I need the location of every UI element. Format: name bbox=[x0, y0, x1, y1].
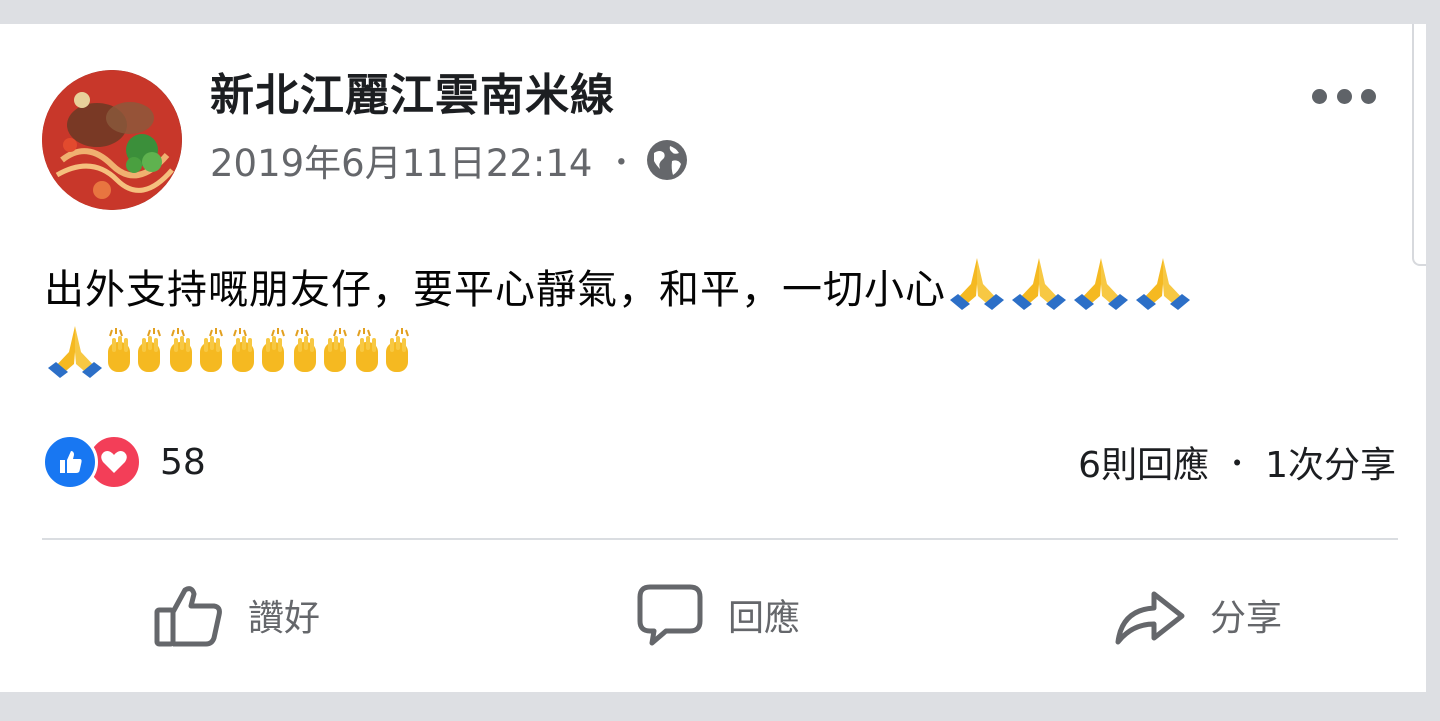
folded-hands-row bbox=[946, 254, 1194, 327]
like-reaction-icon bbox=[42, 434, 98, 490]
reaction-summary[interactable]: 58 bbox=[42, 434, 206, 490]
post-text: 出外支持嘅朋友仔，要平心靜氣，和平，一切小心 bbox=[44, 267, 946, 313]
more-dot bbox=[1312, 88, 1327, 104]
comment-count[interactable]: 6則回應 bbox=[1078, 436, 1209, 488]
more-options-button[interactable] bbox=[1312, 82, 1376, 110]
share-arrow-icon bbox=[1115, 591, 1185, 645]
post-body: 出外支持嘅朋友仔，要平心靜氣，和平，一切小心 bbox=[44, 257, 1384, 380]
share-button[interactable]: 分享 bbox=[1114, 580, 1282, 650]
scrollbar[interactable] bbox=[1412, 24, 1426, 266]
page-avatar[interactable] bbox=[42, 70, 182, 210]
post-timestamp[interactable]: 2019年6月11日22:14 bbox=[210, 133, 592, 187]
page-name[interactable]: 新北江麗江雲南米線 bbox=[210, 68, 615, 124]
stats-separator: ・ bbox=[1223, 447, 1252, 480]
divider bbox=[42, 538, 1398, 540]
share-count[interactable]: 1次分享 bbox=[1265, 436, 1396, 488]
engagement-stats: 6則回應 ・ 1次分享 bbox=[1078, 434, 1396, 490]
reaction-count: 58 bbox=[160, 441, 206, 483]
comment-label: 回應 bbox=[728, 598, 801, 639]
like-button[interactable]: 讚好 bbox=[154, 580, 320, 650]
post-card: 新北江麗江雲南米線 2019年6月11日22:14 ・ 出外支持嘅朋友仔，要平心… bbox=[0, 24, 1426, 692]
meta-separator: ・ bbox=[606, 146, 637, 181]
emoji-line-2 bbox=[48, 326, 409, 378]
more-dot bbox=[1336, 88, 1352, 104]
folded-hands-icon bbox=[950, 257, 1190, 310]
action-bar: 讚好 回應 分享 bbox=[0, 580, 1426, 650]
comment-button[interactable]: 回應 bbox=[636, 580, 800, 650]
share-label: 分享 bbox=[1210, 598, 1283, 639]
more-dot bbox=[1361, 88, 1376, 104]
globe-icon bbox=[647, 140, 688, 180]
like-label: 讚好 bbox=[248, 598, 321, 639]
avatar-image bbox=[42, 70, 182, 210]
post-meta: 2019年6月11日22:14 ・ bbox=[210, 133, 688, 187]
comment-icon bbox=[637, 584, 703, 646]
thumbs-up-icon bbox=[154, 586, 222, 647]
